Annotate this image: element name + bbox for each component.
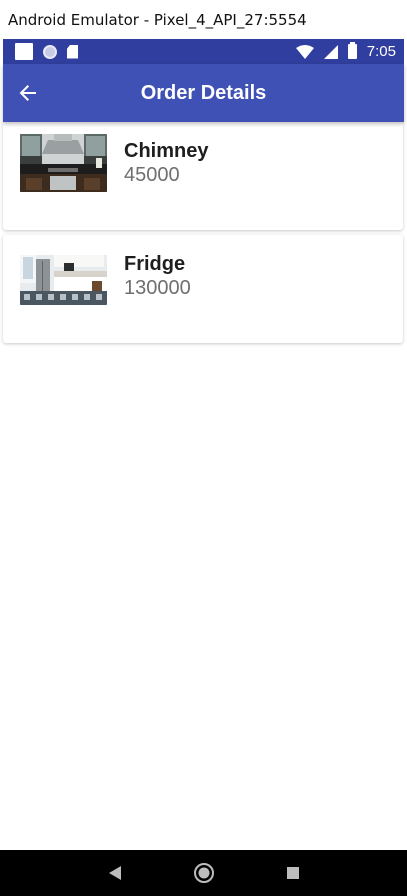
status-bar: 7:05 — [3, 39, 404, 64]
back-triangle-icon — [108, 866, 121, 880]
notification-square-icon — [15, 43, 33, 60]
sd-card-icon — [67, 44, 78, 59]
order-item-card[interactable]: Chimney 45000 — [3, 122, 403, 230]
order-item-card[interactable]: Fridge 130000 — [3, 235, 403, 343]
order-list: Chimney 45000 Fridge 130000 — [3, 122, 404, 850]
kitchen-chimney-thumbnail — [20, 134, 107, 192]
nav-back-button[interactable] — [95, 853, 135, 893]
arrow-back-icon — [19, 85, 36, 101]
nav-recents-button[interactable] — [273, 853, 313, 893]
emulator-frame: Android Emulator - Pixel_4_API_27:5554 7… — [0, 0, 407, 896]
sync-circle-icon — [43, 44, 57, 59]
app-bar: Order Details — [3, 64, 404, 122]
battery-icon — [347, 42, 357, 59]
home-circle-icon — [193, 863, 214, 883]
status-bar-left — [15, 43, 78, 60]
order-item-price: 130000 — [124, 277, 191, 299]
recents-square-icon — [286, 867, 299, 879]
status-bar-right: 7:05 — [295, 42, 396, 60]
order-item-name: Fridge — [124, 253, 186, 275]
order-item-price: 45000 — [124, 164, 180, 186]
emulator-title-bar: Android Emulator - Pixel_4_API_27:5554 — [0, 0, 407, 39]
emulator-window-title: Android Emulator - Pixel_4_API_27:5554 — [8, 10, 307, 29]
order-item-name: Chimney — [124, 140, 209, 162]
nav-home-button[interactable] — [184, 853, 224, 893]
cell-signal-icon — [323, 44, 338, 59]
back-button[interactable] — [3, 64, 53, 122]
wifi-icon — [295, 44, 314, 59]
page-title: Order Details — [140, 81, 267, 104]
status-time: 7:05 — [366, 43, 396, 60]
kitchen-fridge-thumbnail — [20, 247, 107, 305]
system-navigation-bar — [0, 850, 407, 896]
